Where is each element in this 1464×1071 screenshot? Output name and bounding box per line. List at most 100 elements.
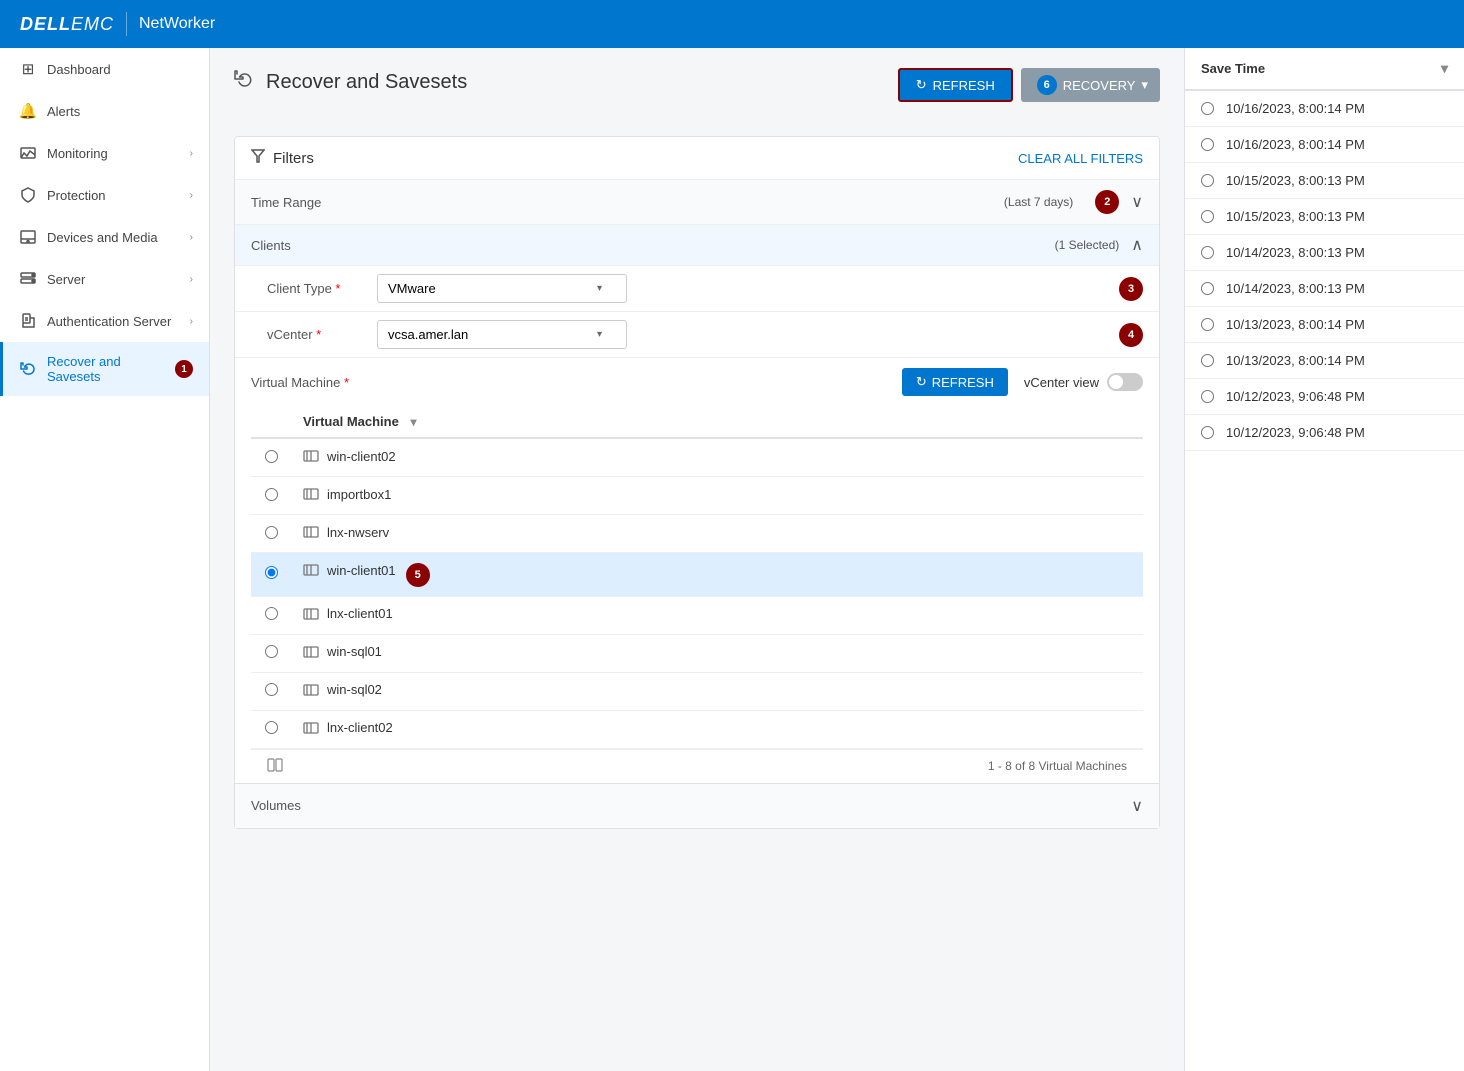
clients-filter-row[interactable]: Clients (1 Selected) ∧: [235, 225, 1159, 266]
table-row[interactable]: win-sql01: [251, 634, 1143, 672]
vm-table-filter-icon[interactable]: ▾: [410, 415, 416, 429]
vm-radio-win-client02[interactable]: [265, 450, 278, 463]
vm-name-label: importbox1: [327, 487, 391, 502]
vm-radio-lnx-client02[interactable]: [265, 721, 278, 734]
sidebar-item-auth-server[interactable]: Authentication Server ›: [0, 300, 209, 342]
vm-controls: ↻ REFRESH vCenter view: [902, 368, 1143, 396]
save-time-item[interactable]: 10/14/2023, 8:00:13 PM: [1185, 235, 1464, 271]
sidebar-item-server[interactable]: Server ›: [0, 258, 209, 300]
sidebar-item-alerts[interactable]: 🔔 Alerts: [0, 90, 209, 132]
table-row[interactable]: lnx-client02: [251, 710, 1143, 748]
recover-badge: 1: [175, 360, 193, 378]
vm-radio-lnx-client01[interactable]: [265, 607, 278, 620]
protection-icon: [19, 186, 37, 204]
refresh-icon: ↻: [916, 77, 927, 93]
topbar-divider: [126, 12, 127, 36]
table-row[interactable]: importbox1: [251, 477, 1143, 515]
pagination-info: 1 - 8 of 8 Virtual Machines: [988, 759, 1127, 773]
filter-funnel-icon: [251, 149, 265, 167]
vm-radio-lnx-nwserv[interactable]: [265, 526, 278, 539]
table-row[interactable]: win-client02: [251, 438, 1143, 477]
vm-icon: win-client01: [303, 562, 396, 578]
content-area: Recover and Savesets ↻ REFRESH 6 RECOVER…: [210, 48, 1464, 1071]
vm-table-check-header: [251, 406, 291, 438]
recovery-button[interactable]: 6 RECOVERY ▾: [1021, 68, 1160, 102]
clear-all-filters-button[interactable]: CLEAR ALL FILTERS: [1018, 151, 1143, 166]
vcenter-view-toggle-switch[interactable]: [1107, 373, 1143, 391]
sidebar-label-dashboard: Dashboard: [47, 62, 193, 77]
save-time-value: 10/16/2023, 8:00:14 PM: [1226, 101, 1365, 116]
save-time-radio-st3[interactable]: [1201, 174, 1214, 187]
table-row[interactable]: win-sql02: [251, 672, 1143, 710]
table-row[interactable]: lnx-client01: [251, 596, 1143, 634]
save-time-item[interactable]: 10/13/2023, 8:00:14 PM: [1185, 343, 1464, 379]
save-time-radio-st6[interactable]: [1201, 282, 1214, 295]
vcenter-view-toggle: vCenter view: [1024, 373, 1143, 391]
time-range-filter-row[interactable]: Time Range (Last 7 days) 2 ∨: [235, 180, 1159, 225]
vcenter-select[interactable]: vcsa.amer.lan: [377, 320, 627, 349]
save-time-list: 10/16/2023, 8:00:14 PM 10/16/2023, 8:00:1…: [1185, 91, 1464, 1071]
sidebar-item-recover[interactable]: Recover and Savesets 1: [0, 342, 209, 396]
client-type-step-badge: 3: [1119, 277, 1143, 301]
save-time-item[interactable]: 10/15/2023, 8:00:13 PM: [1185, 199, 1464, 235]
vm-radio-win-client01[interactable]: [265, 566, 278, 579]
refresh-button[interactable]: ↻ REFRESH: [898, 68, 1013, 102]
vm-name-cell: lnx-client02: [291, 710, 1143, 748]
filters-section: Filters CLEAR ALL FILTERS Time Range (La…: [234, 136, 1160, 829]
header-area: Recover and Savesets ↻ REFRESH 6 RECOVER…: [234, 68, 1160, 116]
table-row[interactable]: win-client015: [251, 553, 1143, 597]
vm-name-cell: lnx-client01: [291, 596, 1143, 634]
save-time-radio-st2[interactable]: [1201, 138, 1214, 151]
save-time-radio-st9[interactable]: [1201, 390, 1214, 403]
toggle-knob: [1109, 375, 1123, 389]
save-time-item[interactable]: 10/12/2023, 9:06:48 PM: [1185, 379, 1464, 415]
vm-radio-win-sql02[interactable]: [265, 683, 278, 696]
page-icon: [234, 68, 256, 96]
save-time-radio-st5[interactable]: [1201, 246, 1214, 259]
clients-collapse-icon[interactable]: ∧: [1131, 235, 1143, 255]
save-time-item[interactable]: 10/14/2023, 8:00:13 PM: [1185, 271, 1464, 307]
virtual-machine-section: Virtual Machine * ↻ REFRESH vCenter view: [235, 358, 1159, 783]
save-time-item[interactable]: 10/15/2023, 8:00:13 PM: [1185, 163, 1464, 199]
sidebar-item-monitoring[interactable]: Monitoring ›: [0, 132, 209, 174]
page-header: Recover and Savesets: [234, 68, 467, 96]
sidebar-item-protection[interactable]: Protection ›: [0, 174, 209, 216]
vm-refresh-button[interactable]: ↻ REFRESH: [902, 368, 1008, 396]
topbar: DELLEMC NetWorker: [0, 0, 1464, 48]
client-type-label: Client Type *: [267, 281, 377, 296]
time-range-label: Time Range: [251, 195, 391, 210]
save-time-value: 10/14/2023, 8:00:13 PM: [1226, 245, 1365, 260]
sidebar-item-dashboard[interactable]: ⊞ Dashboard: [0, 48, 209, 90]
topbar-product: NetWorker: [139, 15, 215, 33]
vm-name-cell: win-sql02: [291, 672, 1143, 710]
vm-row-radio-cell: [251, 477, 291, 515]
time-range-badge: 2: [1095, 190, 1119, 214]
table-row[interactable]: lnx-nwserv: [251, 515, 1143, 553]
table-columns-icon[interactable]: [267, 758, 283, 775]
save-time-filter-icon[interactable]: ▾: [1441, 60, 1448, 77]
sidebar-item-devices[interactable]: Devices and Media ›: [0, 216, 209, 258]
save-time-radio-st4[interactable]: [1201, 210, 1214, 223]
volumes-filter-row[interactable]: Volumes ∨: [235, 783, 1159, 828]
save-time-item[interactable]: 10/12/2023, 9:06:48 PM: [1185, 415, 1464, 451]
client-type-select[interactable]: VMware Physical NAS: [377, 274, 627, 303]
save-time-item[interactable]: 10/16/2023, 8:00:14 PM: [1185, 91, 1464, 127]
vm-radio-win-sql01[interactable]: [265, 645, 278, 658]
vm-row-radio-cell: [251, 553, 291, 597]
volumes-label: Volumes: [251, 798, 1131, 813]
save-time-radio-st1[interactable]: [1201, 102, 1214, 115]
save-time-item[interactable]: 10/16/2023, 8:00:14 PM: [1185, 127, 1464, 163]
client-type-select-wrapper: VMware Physical NAS ▾: [377, 274, 1109, 303]
save-time-radio-st10[interactable]: [1201, 426, 1214, 439]
save-time-radio-st7[interactable]: [1201, 318, 1214, 331]
vcenter-step-badge: 4: [1119, 323, 1143, 347]
auth-server-icon: [19, 312, 37, 330]
vm-radio-importbox1[interactable]: [265, 488, 278, 501]
vm-name-label: lnx-nwserv: [327, 525, 389, 540]
save-time-radio-st8[interactable]: [1201, 354, 1214, 367]
save-time-header-label: Save Time: [1201, 61, 1265, 76]
page-title: Recover and Savesets: [266, 71, 467, 94]
save-time-item[interactable]: 10/13/2023, 8:00:14 PM: [1185, 307, 1464, 343]
sidebar-label-server: Server: [47, 272, 180, 287]
time-range-expand-icon[interactable]: ∨: [1131, 192, 1143, 212]
